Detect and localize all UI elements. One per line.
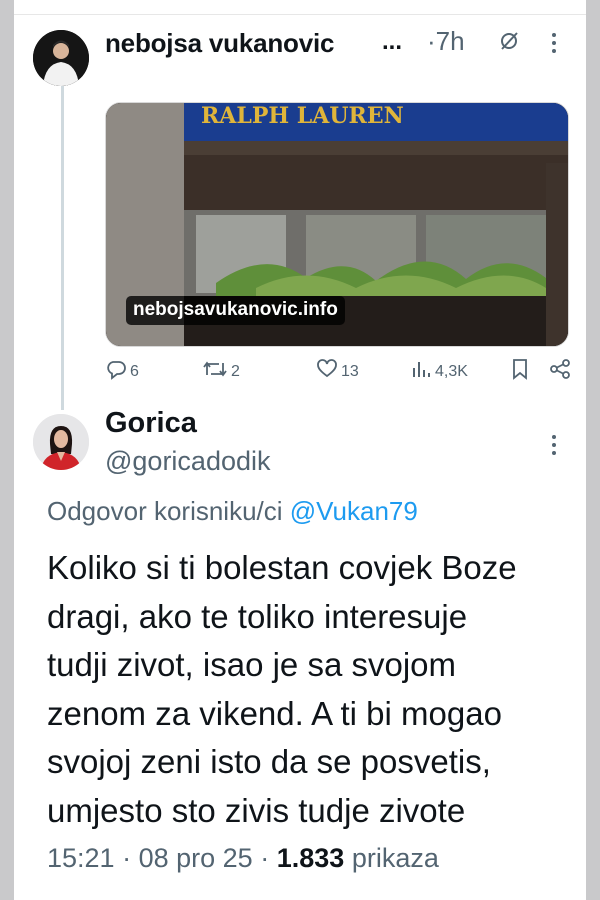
replying-to-prefix: Odgovor korisniku/ci bbox=[47, 496, 283, 526]
reply-timestamp[interactable]: 15:21 bbox=[47, 843, 115, 873]
bookmark-icon[interactable] bbox=[510, 358, 530, 380]
tweet-action-bar: 6 2 13 4,3K bbox=[105, 358, 570, 386]
body-line: umjesto sto zivis tudje zivote bbox=[47, 791, 466, 829]
more-icon[interactable] bbox=[549, 432, 559, 463]
avatar-gorica[interactable] bbox=[33, 414, 89, 470]
more-icon[interactable] bbox=[549, 30, 559, 61]
slash-circle-icon bbox=[498, 30, 520, 57]
reply-button[interactable]: 6 bbox=[105, 358, 139, 385]
replying-to-mention-link[interactable]: @Vukan79 bbox=[290, 496, 418, 526]
watermark-label: nebojsavukanovic.info bbox=[126, 296, 345, 325]
body-line: zenom za vikend. A ti bi mogao bbox=[47, 694, 502, 732]
meta-separator: · bbox=[260, 843, 270, 873]
views-button[interactable]: 4,3K bbox=[410, 358, 468, 385]
name-ellipsis: ... bbox=[382, 28, 403, 55]
like-count: 13 bbox=[341, 362, 359, 380]
like-icon bbox=[316, 358, 338, 385]
reply-author-name[interactable]: Gorica bbox=[105, 407, 197, 440]
avatar-nebojsa[interactable] bbox=[33, 30, 89, 86]
previous-tweet-edge bbox=[14, 0, 586, 15]
reply-date[interactable]: 08 pro 25 bbox=[139, 843, 253, 873]
meta-separator: · bbox=[122, 843, 132, 873]
reply-views-label: prikaza bbox=[351, 843, 439, 873]
views-icon bbox=[410, 358, 432, 385]
body-line: dragi, ako te toliko interesuje bbox=[47, 597, 468, 635]
tweet-media-image[interactable]: RALPH LAUREN nebojsavukanovic.info bbox=[105, 102, 569, 347]
reply-author-handle[interactable]: @goricadodik bbox=[105, 446, 271, 477]
tweet-time[interactable]: ·7h bbox=[427, 26, 465, 57]
like-button[interactable]: 13 bbox=[316, 358, 359, 385]
reply-body-text: Koliko si ti bolestan covjek Boze dragi,… bbox=[47, 544, 586, 835]
replying-to: Odgovor korisniku/ci @Vukan79 bbox=[47, 496, 418, 527]
reply-count: 6 bbox=[130, 362, 139, 380]
retweet-icon bbox=[202, 358, 228, 385]
thread-connector-line bbox=[61, 86, 64, 410]
reply-icon bbox=[105, 358, 127, 385]
tweet-thread-card: nebojsa vukanovic ... ·7h RALPH LAUREN n… bbox=[14, 0, 586, 900]
views-count: 4,3K bbox=[435, 362, 468, 380]
body-line: svojoj zeni isto da se posvetis, bbox=[47, 743, 491, 780]
retweet-button[interactable]: 2 bbox=[202, 358, 240, 385]
body-line: tudji zivot, isao je sa svojom bbox=[47, 646, 457, 683]
body-line: Koliko si ti bolestan covjek Boze bbox=[47, 549, 517, 586]
author-name[interactable]: nebojsa vukanovic bbox=[105, 28, 334, 59]
reply-meta: 15:21 · 08 pro 25 · 1.833 prikaza bbox=[47, 843, 439, 874]
reply-views-count: 1.833 bbox=[276, 843, 345, 873]
sign-text: RALPH LAUREN bbox=[201, 103, 404, 129]
share-icon[interactable] bbox=[549, 358, 571, 380]
retweet-count: 2 bbox=[231, 362, 240, 380]
